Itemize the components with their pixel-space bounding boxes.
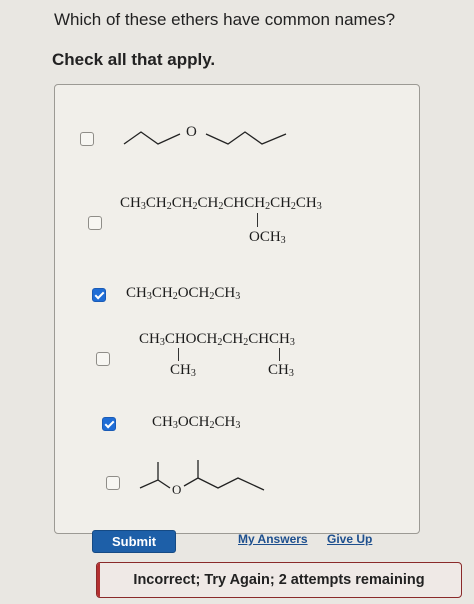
feedback-message: Incorrect; Try Again; 2 attempts remaini… (96, 562, 462, 598)
option-6-structure: O (139, 460, 265, 497)
instruction-text: Check all that apply. (52, 50, 216, 69)
option-6-oxygen-label: O (172, 482, 181, 497)
option-4-formula: CH3CHOCH2CH2CHCH3 (139, 331, 295, 348)
option-4-checkbox[interactable] (96, 352, 110, 366)
option-4-left-bond-line (178, 348, 179, 361)
submit-button[interactable]: Submit (92, 530, 176, 553)
option-4-right-bond-line (279, 348, 280, 361)
option-3-formula: CH3CH2OCH2CH3 (126, 285, 241, 302)
option-2-formula: CH3CH2CH2CH2CHCH2CH2CH3 (120, 195, 322, 212)
option-4-left-branch: CH3 (170, 362, 196, 379)
give-up-link[interactable]: Give Up (327, 532, 372, 546)
question-text: Which of these ethers have common names? (54, 10, 396, 29)
option-5-formula: CH3OCH2CH3 (152, 414, 241, 431)
option-2-branch: OCH3 (249, 229, 286, 246)
option-6-checkbox[interactable] (106, 476, 120, 490)
option-5-checkbox[interactable] (102, 417, 116, 431)
option-3-checkbox[interactable] (92, 288, 106, 302)
option-1-structure: O (123, 124, 287, 145)
my-answers-link[interactable]: My Answers (238, 532, 308, 546)
option-2-checkbox[interactable] (88, 216, 102, 230)
option-4-right-branch: CH3 (268, 362, 294, 379)
option-2-bond-line (257, 213, 258, 227)
option-1-checkbox[interactable] (80, 132, 94, 146)
option-1-oxygen-label: O (186, 124, 197, 140)
